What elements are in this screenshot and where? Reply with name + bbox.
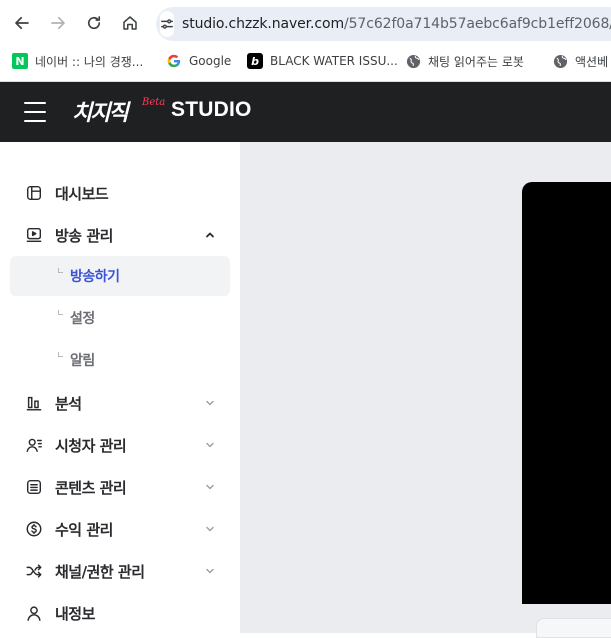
sidebar-subitem-label: 설정 — [70, 311, 95, 327]
site-settings-icon[interactable] — [160, 11, 174, 37]
sidebar: 대시보드 방송 관리 방송하기 설정 알림 분석 시청자 관리 콘텐츠 관리 수… — [0, 142, 240, 633]
analytics-icon — [24, 393, 44, 413]
google-icon — [166, 53, 182, 69]
back-icon[interactable] — [4, 5, 40, 41]
main-content — [240, 142, 611, 638]
bookmarks-bar: N 네이버 :: 나의 경쟁... Google b BLACK WATER I… — [0, 46, 611, 76]
sidebar-item-label: 분석 — [55, 394, 82, 413]
sidebar-item-label: 채널/권한 관리 — [55, 562, 145, 581]
sidebar-item-broadcast[interactable]: 방송 관리 — [10, 215, 230, 255]
chevron-down-icon[interactable] — [204, 439, 216, 451]
sidebar-item-content[interactable]: 콘텐츠 관리 — [10, 467, 230, 507]
sidebar-subitem-label: 방송하기 — [70, 269, 120, 285]
bookmark-label: 네이버 :: 나의 경쟁... — [35, 54, 144, 69]
bookmark-naver[interactable]: N 네이버 :: 나의 경쟁... — [12, 46, 143, 76]
sidebar-subitem-label: 알림 — [70, 353, 95, 369]
bookmark-label: Google — [189, 54, 232, 68]
sidebar-subitem-go-live[interactable]: 방송하기 — [10, 256, 230, 296]
sidebar-item-revenue[interactable]: 수익 관리 — [10, 509, 230, 549]
url-text[interactable]: studio.chzzk.naver.com/57c62f0a714b57aeb… — [182, 16, 611, 32]
chevron-down-icon[interactable] — [204, 565, 216, 577]
sidebar-item-profile[interactable]: 내정보 — [10, 593, 230, 633]
app-header: 치지직 Beta STUDIO — [0, 82, 611, 142]
bookmark-action[interactable]: 액션베 — [552, 46, 608, 76]
chevron-up-icon[interactable] — [204, 229, 216, 241]
chzzk-logo[interactable]: 치지직 Beta — [72, 97, 165, 127]
sub-item-marker — [58, 268, 63, 273]
browser-toolbar: studio.chzzk.naver.com/57c62f0a714b57aeb… — [0, 0, 611, 46]
revenue-icon — [24, 519, 44, 539]
chevron-down-icon[interactable] — [204, 397, 216, 409]
blackwater-icon: b — [247, 53, 263, 69]
sidebar-item-analytics[interactable]: 분석 — [10, 383, 230, 423]
content-panel — [536, 618, 611, 638]
bookmark-label: BLACK WATER ISSU... — [270, 54, 398, 68]
bookmark-chat-robot[interactable]: 채팅 읽어주는 로봇 — [405, 46, 524, 76]
content-icon — [24, 477, 44, 497]
chevron-down-icon[interactable] — [204, 523, 216, 535]
sidebar-item-label: 수익 관리 — [55, 520, 113, 539]
bookmark-google[interactable]: Google — [166, 46, 231, 76]
sidebar-item-viewers[interactable]: 시청자 관리 — [10, 425, 230, 465]
sidebar-item-label: 시청자 관리 — [55, 436, 127, 455]
sidebar-item-channel-permission[interactable]: 채널/권한 관리 — [10, 551, 230, 591]
globe-icon — [405, 53, 421, 69]
chevron-down-icon[interactable] — [204, 481, 216, 493]
dashboard-icon — [24, 183, 44, 203]
profile-icon — [24, 603, 44, 623]
sub-item-marker — [58, 310, 63, 315]
stream-preview-player[interactable] — [522, 182, 611, 604]
naver-icon: N — [12, 53, 28, 69]
sidebar-item-label: 내정보 — [55, 604, 95, 623]
sidebar-subitem-settings[interactable]: 설정 — [10, 298, 230, 338]
studio-label: STUDIO — [171, 98, 252, 121]
address-bar[interactable]: studio.chzzk.naver.com/57c62f0a714b57aeb… — [156, 7, 611, 41]
forward-icon[interactable] — [40, 5, 76, 41]
bookmark-blackwater[interactable]: b BLACK WATER ISSU... — [247, 46, 398, 76]
sidebar-item-label: 대시보드 — [55, 184, 109, 203]
url-host: studio.chzzk.naver.com — [182, 16, 344, 32]
sidebar-item-dashboard[interactable]: 대시보드 — [10, 173, 230, 213]
sub-item-marker — [58, 352, 63, 357]
home-icon[interactable] — [112, 5, 148, 41]
sidebar-item-label: 콘텐츠 관리 — [55, 478, 127, 497]
bookmark-label: 액션베 — [575, 54, 609, 69]
bookmark-label: 채팅 읽어주는 로봇 — [428, 54, 524, 69]
url-path: /57c62f0a714b57aebc6af9cb1eff2068/live — [344, 16, 611, 32]
sidebar-item-label: 방송 관리 — [55, 226, 113, 245]
globe-icon — [552, 53, 568, 69]
reload-icon[interactable] — [76, 5, 112, 41]
hamburger-menu-icon[interactable] — [24, 102, 46, 122]
shuffle-icon — [24, 561, 44, 581]
logo-text: 치지직 — [72, 101, 129, 126]
beta-badge: Beta — [142, 97, 166, 108]
sidebar-subitem-notifications[interactable]: 알림 — [10, 340, 230, 380]
broadcast-icon — [24, 225, 44, 245]
viewers-icon — [24, 435, 44, 455]
